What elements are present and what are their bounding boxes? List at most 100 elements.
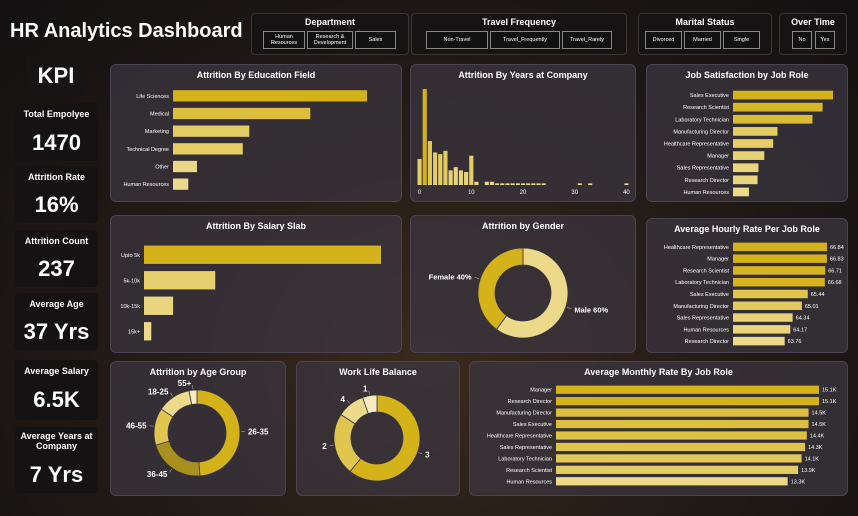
marital-option-single[interactable]: Single [723, 31, 760, 49]
kpi-value: 37 Yrs [23, 319, 90, 344]
kpi-card-total-employee: Total Empolyee 1470 [15, 103, 98, 161]
data-label: 65.44 [811, 292, 825, 298]
category-label: Healthcare Representative [664, 245, 729, 251]
bar [144, 322, 152, 341]
bar [556, 442, 806, 452]
leader-line [169, 468, 173, 473]
tick-label: 10 [468, 190, 475, 196]
bar [417, 158, 422, 185]
kpi-value: 237 [38, 256, 75, 281]
department-slicer: Department Human Resources Research & De… [251, 13, 409, 55]
data-label: 14.3K [808, 445, 823, 451]
category-label: Sales Representative [677, 316, 729, 322]
leader-line [346, 400, 350, 404]
bar [422, 89, 427, 185]
kpi-label: Total Empolyee [23, 109, 90, 119]
bar [556, 454, 802, 463]
slice-label: 18-25 [148, 387, 169, 396]
category-label: Manufacturing Director [673, 304, 729, 310]
category-label: Human Resources [683, 327, 729, 333]
slice [477, 247, 524, 330]
category-label: Research Scientist [683, 105, 729, 111]
category-label: Research Director [685, 178, 729, 184]
data-label: 66.84 [830, 245, 844, 251]
bar [733, 114, 813, 124]
bar [453, 167, 458, 185]
bar [733, 313, 793, 322]
department-option-research-development[interactable]: Research & Development [307, 31, 353, 49]
gender-chart: Male 60% Female 40% [429, 247, 609, 339]
bar [173, 90, 367, 102]
kpi-label: Attrition Count [24, 236, 89, 246]
bar [733, 163, 759, 173]
over-time-slicer: Over Time No Yes [779, 13, 847, 55]
slice [196, 389, 241, 477]
kpi-value: 7 Yrs [29, 462, 84, 487]
category-label: Sales Representative [500, 445, 552, 451]
department-option-sales[interactable]: Sales [355, 31, 396, 49]
department-option-human-resources[interactable]: Human Resources [263, 31, 305, 49]
travel-option-frequently[interactable]: Travel_Frequently [490, 31, 560, 49]
category-label: Research Director [508, 399, 552, 405]
category-label: Healthcare Representative [664, 142, 729, 148]
data-label: 66.68 [828, 280, 842, 286]
kpi-value: 1470 [32, 130, 81, 155]
bar [733, 187, 749, 197]
data-label: 63.76 [788, 339, 802, 345]
category-label: Manager [707, 154, 729, 160]
marital-option-divorced[interactable]: Divorced [645, 31, 682, 49]
travel-option-rarely[interactable]: Travel_Rarely [562, 31, 612, 49]
data-label: 13.9K [801, 468, 816, 474]
bar [510, 183, 515, 185]
bar [458, 170, 464, 185]
leader-line [149, 425, 154, 427]
category-label: Laboratory Technician [675, 117, 729, 123]
bar [495, 183, 500, 185]
slice-label: 3 [425, 451, 430, 460]
bar [733, 102, 823, 112]
marital-option-married[interactable]: Married [684, 31, 721, 49]
work-life-balance-chart: 3 2 4 1 [322, 385, 430, 482]
bar [505, 183, 510, 185]
slice-label: 46-55 [126, 421, 147, 430]
bar [624, 183, 629, 185]
category-label: Healthcare Representative [487, 434, 552, 440]
slice-label: 55+ [178, 379, 192, 388]
bar [474, 181, 479, 185]
leader-line [368, 390, 370, 395]
data-label: 14.5K [812, 422, 827, 428]
kpi-label: Attrition Rate [28, 172, 85, 182]
bar [733, 151, 765, 160]
data-label: 15.1K [822, 399, 837, 405]
data-label: 66.71 [828, 268, 842, 274]
slice-label: 4 [341, 395, 346, 404]
bar [427, 141, 432, 185]
age-group-chart: 26-35 36-45 46-55 18-25 55+ [126, 379, 269, 479]
bar [173, 125, 250, 137]
bar [556, 431, 807, 440]
overtime-option-yes[interactable]: Yes [815, 31, 835, 49]
travel-frequency-slicer-title: Travel Frequency [481, 17, 557, 27]
slice-label: Female 40% [429, 273, 472, 282]
bar [556, 465, 799, 474]
bar [733, 139, 774, 148]
tick-label: 40 [623, 190, 630, 196]
bar [733, 289, 808, 299]
kpi-label: Average Salary [24, 366, 89, 376]
travel-option-non-travel[interactable]: Non-Travel [426, 31, 488, 49]
department-slicer-title: Department [304, 17, 355, 27]
category-label: Upto 5k [121, 253, 140, 259]
bar [526, 183, 531, 185]
data-label: 13.3K [791, 479, 806, 485]
data-label: 64.34 [796, 316, 810, 322]
bar [484, 181, 489, 185]
bar [438, 154, 443, 185]
kpi-card-average-salary: Average Salary 6.5K [15, 360, 98, 420]
kpi-value: 6.5K [33, 387, 80, 412]
category-label: Manufacturing Director [673, 129, 729, 135]
bar [733, 277, 825, 287]
bar [733, 325, 791, 334]
leader-line [566, 306, 572, 310]
overtime-option-no[interactable]: No [792, 31, 812, 49]
slice [333, 414, 362, 473]
